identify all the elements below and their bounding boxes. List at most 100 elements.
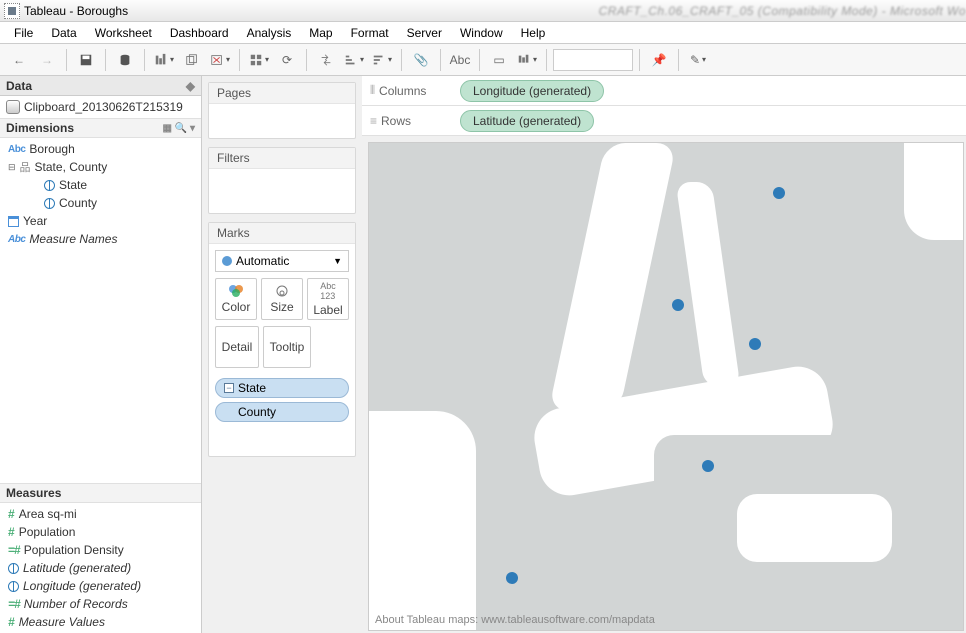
field-label: State, County: [35, 160, 108, 174]
meas-population[interactable]: #Population: [8, 523, 201, 541]
map-point[interactable]: [773, 187, 785, 199]
presentation-mode-button[interactable]: ▭: [486, 47, 512, 73]
expand-icon[interactable]: −: [224, 383, 234, 393]
connect-data-button[interactable]: [112, 47, 138, 73]
tooltip-label: Tooltip: [270, 340, 305, 354]
columns-shelf[interactable]: ⫴Columns Longitude (generated): [362, 76, 966, 106]
color-label: Color: [222, 300, 251, 314]
number-icon: #: [8, 615, 15, 629]
group-button[interactable]: 📎: [408, 47, 434, 73]
dim-measure-names[interactable]: AbcMeasure Names: [8, 230, 201, 248]
field-label: Latitude (generated): [23, 561, 131, 575]
map-attribution: About Tableau maps: www.tableausoftware.…: [375, 614, 655, 626]
rows-shelf[interactable]: ≡ Rows Latitude (generated): [362, 106, 966, 136]
label-button[interactable]: Abc123Label: [307, 278, 349, 320]
dim-year[interactable]: Year: [8, 212, 201, 230]
background-window-title: CRAFT_Ch.06_CRAFT_05 (Compatibility Mode…: [599, 4, 966, 18]
show-labels-button[interactable]: Abc: [447, 47, 473, 73]
dim-county[interactable]: County: [8, 194, 201, 212]
collapse-icon[interactable]: ⊟: [8, 162, 16, 173]
sort-asc-button[interactable]: [341, 47, 367, 73]
pages-shelf[interactable]: Pages: [208, 82, 356, 139]
globe-icon: [8, 563, 19, 574]
measures-label: Measures: [6, 486, 61, 500]
menu-analysis[interactable]: Analysis: [239, 24, 300, 42]
menu-data[interactable]: Data: [43, 24, 84, 42]
field-label: County: [59, 196, 97, 210]
shelf-text: Rows: [381, 114, 411, 128]
rows-icon: ≡: [370, 114, 377, 128]
dim-state-county-hierarchy[interactable]: ⊟ 品 State, County: [8, 158, 201, 176]
dimensions-tools[interactable]: ▦ 🔍 ▾: [163, 123, 195, 134]
calendar-icon: [8, 216, 19, 227]
field-label: Measure Names: [29, 232, 117, 246]
swap-button[interactable]: [313, 47, 339, 73]
field-label: Borough: [29, 142, 74, 156]
menu-map[interactable]: Map: [301, 24, 340, 42]
field-label: Area sq-mi: [19, 507, 77, 521]
meas-area[interactable]: # Area sq-mi: [8, 505, 201, 523]
shelves-column: Pages Filters Marks Automatic ▼ Color Si…: [202, 76, 362, 633]
datasource-row[interactable]: Clipboard_20130626T215319: [0, 96, 201, 118]
app-icon: [4, 3, 20, 19]
pin-button[interactable]: 📌: [646, 47, 672, 73]
duplicate-sheet-button[interactable]: [179, 47, 205, 73]
save-button[interactable]: [73, 47, 99, 73]
pill-label: State: [238, 381, 266, 395]
meas-pop-density[interactable]: =#Population Density: [8, 541, 201, 559]
map-point[interactable]: [506, 572, 518, 584]
field-label: Measure Values: [19, 615, 105, 629]
data-pane-title: Data: [6, 79, 32, 93]
meas-longitude[interactable]: Longitude (generated): [8, 577, 201, 595]
hierarchy-icon: 品: [20, 159, 31, 175]
number-icon: #: [8, 507, 15, 521]
menu-dashboard[interactable]: Dashboard: [162, 24, 237, 42]
menu-server[interactable]: Server: [399, 24, 450, 42]
detail-button[interactable]: Detail: [215, 326, 259, 368]
globe-icon: [8, 581, 19, 592]
color-button[interactable]: Color: [215, 278, 257, 320]
fit-selector[interactable]: [553, 49, 633, 71]
dim-state[interactable]: State: [8, 176, 201, 194]
menu-format[interactable]: Format: [343, 24, 397, 42]
detail-pill-state[interactable]: −State: [215, 378, 349, 398]
tooltip-button[interactable]: Tooltip: [263, 326, 311, 368]
dim-borough[interactable]: AbcBorough: [8, 140, 201, 158]
detail-label: Detail: [222, 340, 253, 354]
field-label: Number of Records: [24, 597, 128, 611]
meas-measure-values[interactable]: # Measure Values: [8, 613, 201, 631]
run-update-button[interactable]: ⟳: [274, 47, 300, 73]
map-point[interactable]: [702, 460, 714, 472]
new-worksheet-button[interactable]: [151, 47, 177, 73]
detail-pill-county[interactable]: County: [215, 402, 349, 422]
clear-sheet-button[interactable]: [207, 47, 233, 73]
map-visualization[interactable]: About Tableau maps: www.tableausoftware.…: [368, 142, 964, 631]
menu-window[interactable]: Window: [452, 24, 511, 42]
forward-button[interactable]: →: [34, 47, 60, 73]
size-button[interactable]: Size: [261, 278, 303, 320]
globe-icon: [44, 180, 55, 191]
columns-pill-longitude[interactable]: Longitude (generated): [460, 80, 604, 102]
mark-type-selector[interactable]: Automatic ▼: [215, 250, 349, 272]
sort-desc-button[interactable]: [369, 47, 395, 73]
circle-icon: [222, 256, 232, 266]
data-pane: Data ◆ Clipboard_20130626T215319 Dimensi…: [0, 76, 202, 633]
menu-file[interactable]: File: [6, 24, 41, 42]
map-point[interactable]: [749, 338, 761, 350]
menu-worksheet[interactable]: Worksheet: [87, 24, 160, 42]
filters-shelf[interactable]: Filters: [208, 147, 356, 214]
view-cards-button[interactable]: [514, 47, 540, 73]
back-button[interactable]: ←: [6, 47, 32, 73]
field-label: Population: [19, 525, 76, 539]
data-pane-menu-icon[interactable]: ◆: [186, 79, 195, 93]
meas-num-records[interactable]: =#Number of Records: [8, 595, 201, 613]
auto-update-button[interactable]: [246, 47, 272, 73]
map-point[interactable]: [672, 299, 684, 311]
viz-area: ⫴Columns Longitude (generated) ≡ Rows Lat…: [362, 76, 966, 633]
pill-label: County: [238, 405, 276, 419]
data-pane-header: Data ◆: [0, 76, 201, 96]
menu-help[interactable]: Help: [513, 24, 554, 42]
meas-latitude[interactable]: Latitude (generated): [8, 559, 201, 577]
highlight-button[interactable]: ✎: [685, 47, 711, 73]
rows-pill-latitude[interactable]: Latitude (generated): [460, 110, 594, 132]
